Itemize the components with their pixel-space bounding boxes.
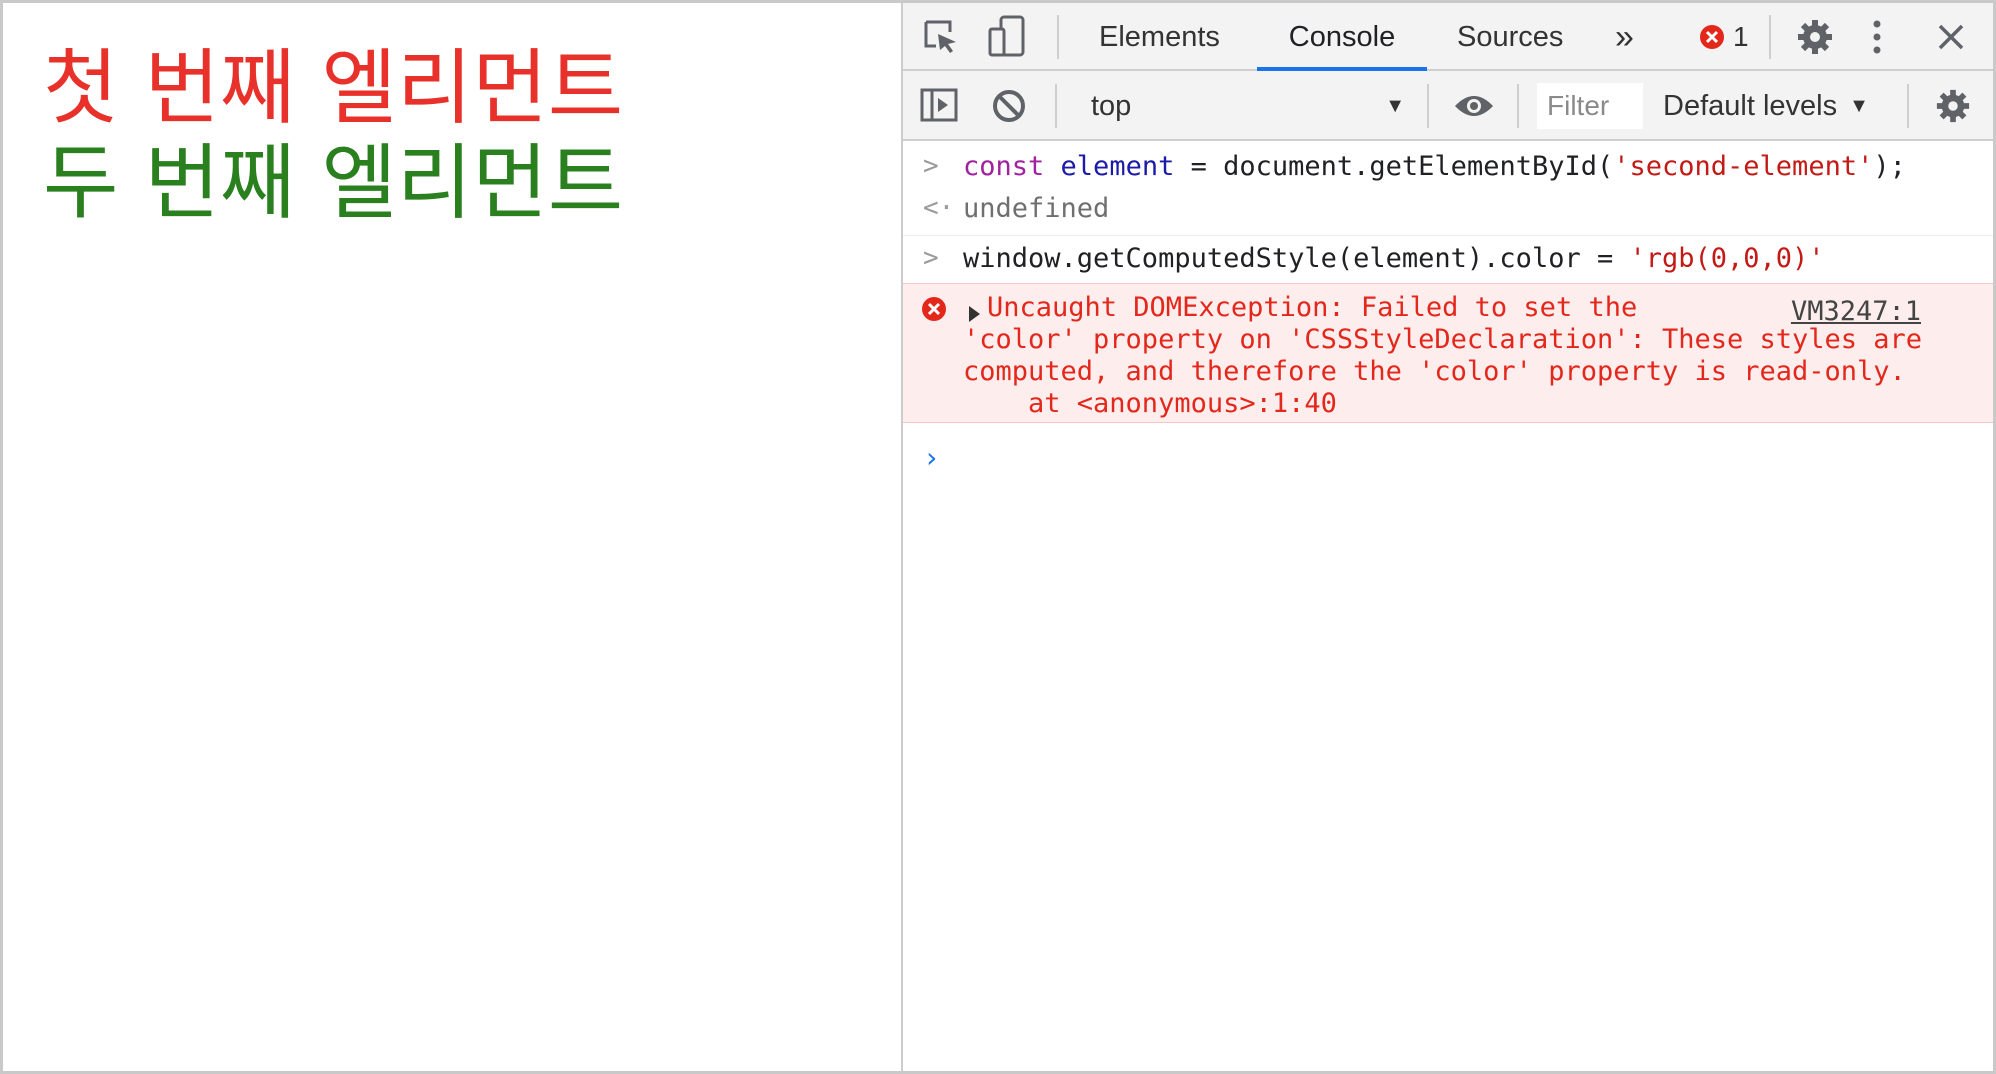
more-tabs-glyph: » xyxy=(1615,17,1634,56)
toolbar-separator xyxy=(1427,84,1429,128)
live-expression-eye-icon[interactable] xyxy=(1451,87,1497,125)
console-input-code[interactable]: window.getComputedStyle(element).color =… xyxy=(963,243,1825,274)
console-result-row: <· undefined xyxy=(903,193,1993,227)
devtools-panel: Elements Console Sources » 1 top ▼ Filte… xyxy=(901,3,1993,1071)
code-plain: window.getComputedStyle(element).color = xyxy=(963,243,1630,274)
tab-sources[interactable]: Sources xyxy=(1457,3,1577,71)
error-text-line: 'color' property on 'CSSStyleDeclaration… xyxy=(963,324,1923,355)
devtools-main-toolbar: Elements Console Sources » 1 xyxy=(903,3,1993,71)
error-source-link[interactable]: VM3247:1 xyxy=(1791,296,1921,327)
toolbar-separator xyxy=(1769,15,1771,59)
error-count: 1 xyxy=(1733,21,1749,52)
code-plain: = document.getElementById( xyxy=(1174,151,1614,182)
log-levels-dropdown[interactable]: Default levels ▼ xyxy=(1663,83,1869,129)
code-keyword: const xyxy=(963,151,1045,182)
more-options-icon[interactable] xyxy=(1867,17,1887,57)
log-levels-label: Default levels xyxy=(1663,89,1838,122)
code-string: 'rgb(0,0,0)' xyxy=(1629,243,1825,274)
input-chevron-icon: > xyxy=(923,243,939,273)
console-input-code[interactable]: const element = document.getElementById(… xyxy=(963,151,1906,182)
first-element: 첫 번째 엘리먼트 xyxy=(43,41,624,136)
error-icon xyxy=(921,296,947,329)
tab-elements-label: Elements xyxy=(1099,20,1220,53)
device-toolbar-icon[interactable] xyxy=(987,15,1027,59)
error-text-line: Uncaught DOMException: Failed to set the xyxy=(987,292,1638,323)
close-icon[interactable] xyxy=(1933,19,1969,55)
clear-console-icon[interactable] xyxy=(989,86,1029,126)
code-string: 'second-element' xyxy=(1613,151,1874,182)
console-input-row: > const element = document.getElementByI… xyxy=(903,151,1993,185)
tab-sources-label: Sources xyxy=(1457,20,1564,53)
console-error-message: Uncaught DOMException: Failed to set the… xyxy=(903,283,1993,423)
console-output: > const element = document.getElementByI… xyxy=(903,143,1993,1071)
context-value: top xyxy=(1091,89,1132,122)
toolbar-separator xyxy=(1517,84,1519,128)
error-stack-line: at <anonymous>:1:40 xyxy=(963,388,1337,419)
console-prompt-icon[interactable]: › xyxy=(923,441,940,474)
inspect-element-icon[interactable] xyxy=(921,17,961,57)
filter-input[interactable]: Filter xyxy=(1537,83,1643,129)
dropdown-arrow-icon: ▼ xyxy=(1385,94,1405,117)
tab-elements[interactable]: Elements xyxy=(1099,3,1221,71)
console-input-row: > window.getComputedStyle(element).color… xyxy=(903,243,1993,277)
input-chevron-icon: > xyxy=(923,151,939,181)
dropdown-arrow-icon: ▼ xyxy=(1849,94,1869,117)
code-variable: element xyxy=(1060,151,1175,182)
result-arrow-icon: <· xyxy=(923,193,955,223)
second-element: 두 번째 엘리먼트 xyxy=(43,136,624,231)
console-settings-gear-icon[interactable] xyxy=(1933,86,1973,126)
context-selector[interactable]: top ▼ xyxy=(1083,83,1413,129)
settings-gear-icon[interactable] xyxy=(1795,17,1835,57)
page-viewport: 첫 번째 엘리먼트 두 번째 엘리먼트 xyxy=(3,3,901,1071)
error-icon xyxy=(1700,25,1724,49)
toolbar-separator xyxy=(1907,84,1909,128)
console-result-value: undefined xyxy=(963,193,1110,224)
row-divider xyxy=(903,235,1993,236)
error-text-line: computed, and therefore the 'color' prop… xyxy=(963,356,1906,387)
tab-console-label: Console xyxy=(1288,20,1396,53)
show-sidebar-icon[interactable] xyxy=(919,85,959,125)
code-plain: ); xyxy=(1873,151,1906,182)
toolbar-separator xyxy=(1055,84,1057,128)
more-tabs-icon[interactable]: » xyxy=(1615,3,1645,71)
tab-console[interactable]: Console xyxy=(1257,3,1427,71)
console-toolbar: top ▼ Filter Default levels ▼ xyxy=(903,71,1993,141)
error-count-badge[interactable]: 1 xyxy=(1699,21,1749,53)
toolbar-separator xyxy=(1057,15,1059,59)
expand-triangle-icon[interactable] xyxy=(969,306,980,322)
filter-placeholder: Filter xyxy=(1547,90,1610,121)
